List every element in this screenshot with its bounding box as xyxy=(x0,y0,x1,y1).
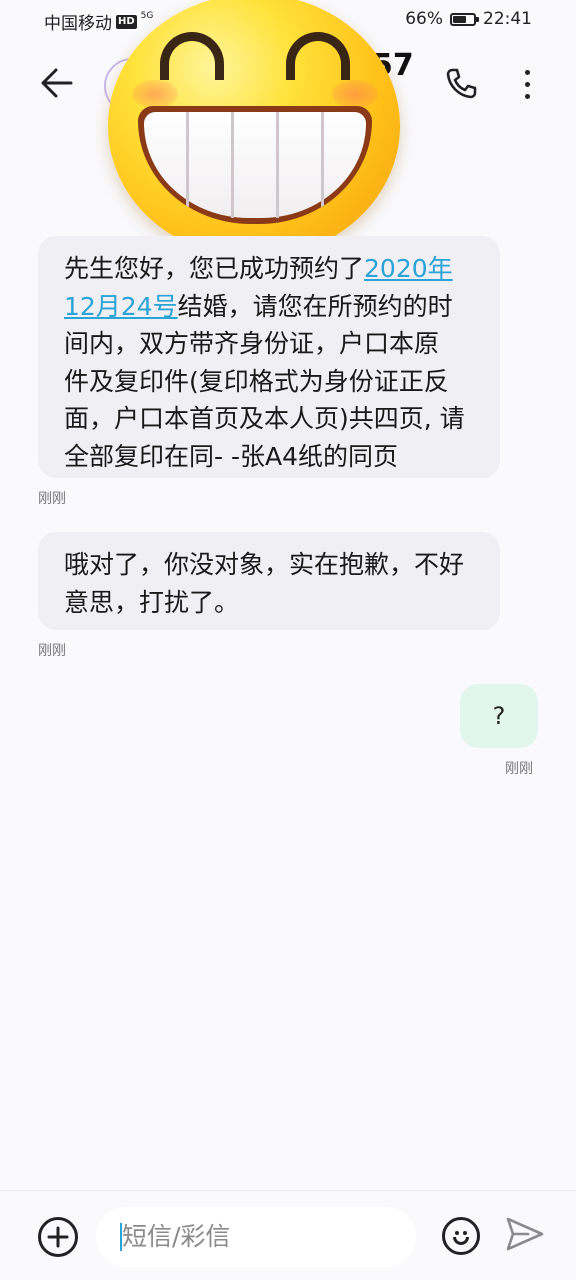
compose-bar: 短信/彩信 xyxy=(0,1190,576,1280)
date-link[interactable]: 12月24号 xyxy=(64,292,178,321)
battery-icon xyxy=(450,12,479,26)
emoji-right-eye xyxy=(286,32,350,80)
message-line: 12月24号结婚，请您在所预约的时 xyxy=(64,288,474,326)
message-text: ? xyxy=(492,702,506,730)
clock: 22:41 xyxy=(483,9,532,29)
message-line: 件及复印件(复印格式为身份证正反 xyxy=(64,366,449,396)
emoji-tooth xyxy=(144,112,189,218)
message-timestamp: 刚刚 xyxy=(38,643,66,659)
status-left: 中国移动 HD 5G xyxy=(44,9,154,35)
text-caret xyxy=(120,1223,122,1251)
hd-badge: HD xyxy=(116,14,137,29)
message-line: 面，户口本首页及本人页)共四页, 请 xyxy=(64,404,465,433)
grinning-emoji-sticker xyxy=(108,0,400,258)
add-icon xyxy=(47,1226,69,1248)
message-line: 哦对了，你没对象，实在抱歉，不好 xyxy=(64,550,465,579)
emoji-icon-eye xyxy=(463,1231,467,1235)
battery-tip xyxy=(476,16,479,22)
message-line: 全部复印在同- -张A4纸的同页 xyxy=(64,441,398,471)
add-attachment-button[interactable] xyxy=(38,1217,78,1257)
phone-icon xyxy=(446,68,477,99)
emoji-left-eye xyxy=(160,32,224,80)
send-button[interactable] xyxy=(504,1213,546,1255)
emoji-mouth xyxy=(138,106,372,224)
message-text: 先生您好，您已成功预约了 xyxy=(64,254,365,283)
more-vertical-icon-dot xyxy=(524,93,530,99)
carrier-name: 中国移动 xyxy=(44,14,112,34)
send-icon xyxy=(506,1217,544,1251)
battery-percent: 66% xyxy=(405,9,443,29)
back-arrow-icon xyxy=(41,68,73,98)
call-button[interactable] xyxy=(442,64,480,102)
more-vertical-icon-dot xyxy=(524,81,530,87)
emoji-teeth xyxy=(144,112,366,218)
emoji-button[interactable] xyxy=(442,1217,480,1255)
message-line: 先生您好，您已成功预约了2020年 xyxy=(64,250,474,288)
more-vertical-icon-dot xyxy=(524,69,530,75)
emoji-tooth xyxy=(189,112,234,218)
sms-conversation-screen: 中国移动 HD 5G 66% 22:41 57 先生您好，您已成功预约了2020… xyxy=(0,0,576,1280)
message-timestamp: 刚刚 xyxy=(38,491,66,507)
message-line: 意思，打扰了。 xyxy=(64,587,240,617)
message-bubble-incoming[interactable]: 先生您好，您已成功预约了2020年 12月24号结婚，请您在所预约的时 间内，双… xyxy=(38,236,500,478)
back-button[interactable] xyxy=(36,62,78,104)
message-input[interactable]: 短信/彩信 xyxy=(96,1207,416,1267)
emoji-tooth xyxy=(324,112,366,218)
emoji-tooth xyxy=(234,112,279,218)
emoji-left-cheek xyxy=(132,80,178,108)
more-options-button[interactable] xyxy=(512,64,542,104)
date-link[interactable]: 2020年 xyxy=(364,254,453,283)
emoji-right-cheek xyxy=(332,80,378,108)
message-timestamp: 刚刚 xyxy=(505,761,533,777)
message-bubble-outgoing[interactable]: ? xyxy=(460,684,538,748)
message-line: 间内，双方带齐身份证，户口本原 xyxy=(64,329,440,358)
emoji-icon-eye xyxy=(455,1231,459,1235)
battery-level-fill xyxy=(453,15,466,23)
network-badge: 5G xyxy=(140,11,154,21)
status-right: 66% 22:41 xyxy=(405,9,532,29)
emoji-tooth xyxy=(279,112,324,218)
emoji-icon-smile xyxy=(453,1237,469,1245)
message-bubble-incoming[interactable]: 哦对了，你没对象，实在抱歉，不好 意思，打扰了。 xyxy=(38,532,500,630)
message-input-placeholder: 短信/彩信 xyxy=(122,1222,231,1251)
message-text: 结婚，请您在所预约的时 xyxy=(177,291,453,321)
